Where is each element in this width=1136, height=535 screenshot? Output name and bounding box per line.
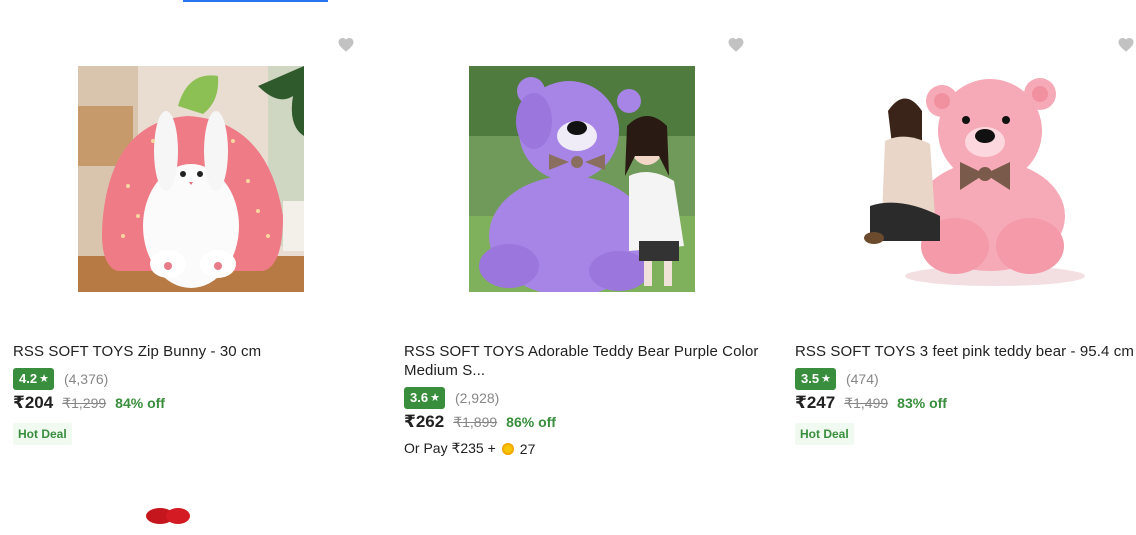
supercoin-offer: Or Pay ₹235 + 27 (404, 440, 535, 457)
discount-percent: 86% off (506, 414, 556, 430)
hot-deal-tag: Hot Deal (795, 423, 854, 445)
coin-icon (501, 442, 514, 455)
product-title[interactable]: RSS SOFT TOYS 3 feet pink teddy bear - 9… (795, 342, 1136, 361)
product-title[interactable]: RSS SOFT TOYS Adorable Teddy Bear Purple… (404, 342, 764, 380)
rating-row: 3.6 ★ (2,928) (404, 387, 499, 409)
rating-value: 3.5 (801, 371, 820, 386)
product-image[interactable] (78, 66, 304, 292)
selling-price: ₹262 (404, 412, 445, 431)
product-image[interactable] (469, 66, 695, 292)
product-title[interactable]: RSS SOFT TOYS Zip Bunny - 30 cm (13, 342, 373, 361)
star-icon: ★ (430, 392, 440, 404)
or-pay-text: Or Pay ₹235 + (404, 440, 496, 456)
hot-deal-tag: Hot Deal (13, 423, 72, 445)
product-image[interactable] (860, 66, 1086, 292)
star-icon: ★ (39, 373, 49, 385)
price-row: ₹262 ₹1,899 86% off (404, 412, 556, 432)
original-price: ₹1,499 (844, 395, 889, 411)
next-product-image-peek (140, 500, 200, 530)
rating-row: 4.2 ★ (4,376) (13, 368, 108, 390)
ratings-count: (2,928) (454, 390, 500, 406)
rating-badge: 4.2 ★ (13, 368, 54, 390)
selling-price: ₹204 (13, 393, 54, 412)
rating-value: 4.2 (19, 371, 38, 386)
star-icon: ★ (821, 373, 831, 385)
original-price: ₹1,899 (453, 414, 498, 430)
discount-percent: 84% off (115, 395, 165, 411)
rating-badge: 3.6 ★ (404, 387, 445, 409)
rating-value: 3.6 (410, 390, 429, 405)
ratings-count: (4,376) (63, 371, 109, 387)
ratings-count: (474) (845, 371, 879, 387)
rating-badge: 3.5 ★ (795, 368, 836, 390)
product-card[interactable]: RSS SOFT TOYS Adorable Teddy Bear Purple… (404, 0, 774, 470)
original-price: ₹1,299 (62, 395, 107, 411)
price-row: ₹247 ₹1,499 83% off (795, 393, 947, 413)
rating-row: 3.5 ★ (474) (795, 368, 879, 390)
selling-price: ₹247 (795, 393, 836, 412)
wishlist-heart-icon[interactable] (1117, 36, 1135, 54)
price-row: ₹204 ₹1,299 84% off (13, 393, 165, 413)
coin-amount: 27 (519, 440, 536, 457)
product-card[interactable]: RSS SOFT TOYS Zip Bunny - 30 cm 4.2 ★ (4… (13, 0, 383, 470)
discount-percent: 83% off (897, 395, 947, 411)
product-card[interactable]: RSS SOFT TOYS 3 feet pink teddy bear - 9… (795, 0, 1136, 470)
wishlist-heart-icon[interactable] (337, 36, 355, 54)
wishlist-heart-icon[interactable] (727, 36, 745, 54)
